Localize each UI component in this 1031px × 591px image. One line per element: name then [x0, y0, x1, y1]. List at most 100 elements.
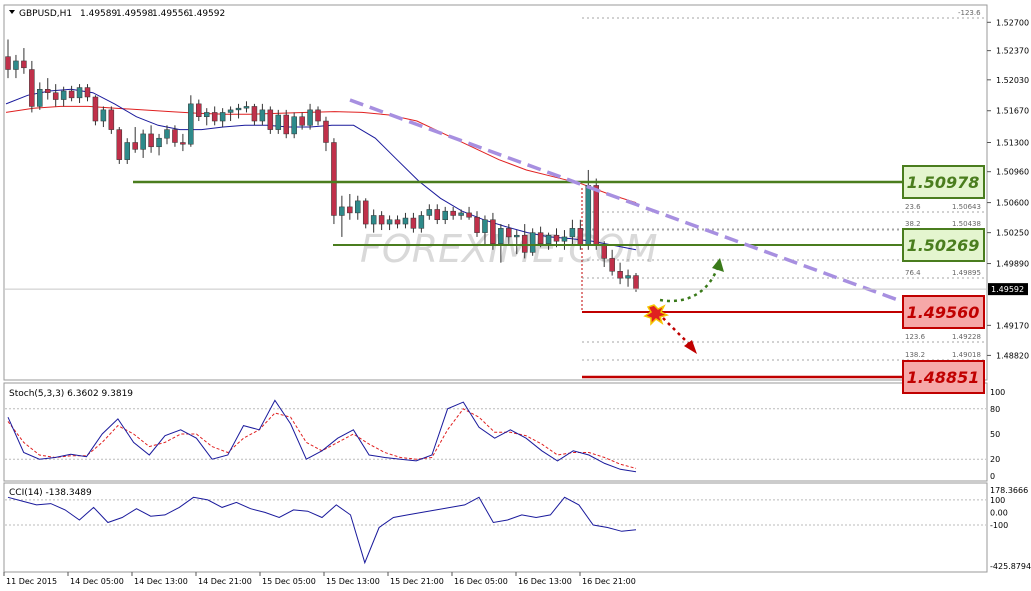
candle-body: [506, 228, 512, 238]
header-open: 1.49589: [80, 9, 117, 19]
cci-axis-label: 178.3666: [990, 486, 1028, 495]
candle-body: [370, 215, 377, 225]
candle-body: [601, 245, 607, 259]
candle-body: [347, 206, 353, 214]
candle-body: [466, 212, 472, 218]
candle-body: [60, 90, 67, 100]
candle-body: [553, 234, 560, 242]
time-label: 14 Dec 05:00: [70, 577, 124, 586]
candle-body: [140, 133, 146, 150]
fib-ratio: 76.4: [905, 269, 921, 277]
candle-body: [402, 217, 409, 225]
time-label: 14 Dec 13:00: [134, 577, 188, 586]
time-label: 15 Dec 21:00: [390, 577, 444, 586]
candle-body: [625, 275, 631, 279]
candle-body: [188, 103, 194, 145]
candle-body: [633, 275, 639, 290]
candle-body: [569, 228, 576, 238]
candle-body: [331, 142, 337, 216]
candle-body: [108, 109, 115, 130]
cci-label: CCI(14) -138.3489: [9, 488, 92, 498]
candle-body: [378, 215, 385, 225]
cci-panel-frame: [3, 482, 988, 573]
candle-body: [13, 60, 19, 70]
candle-body: [410, 217, 417, 229]
candle-body: [521, 234, 528, 253]
candle-body: [259, 109, 266, 122]
candle-body: [537, 232, 544, 245]
candle-body: [394, 219, 401, 225]
candle-body: [593, 185, 600, 246]
candle-body: [299, 116, 305, 126]
time-label: 15 Dec 13:00: [326, 577, 380, 586]
candle-body: [362, 200, 369, 225]
candle-body: [418, 215, 425, 229]
candle-body: [529, 232, 536, 253]
fib-price: 1.50643: [952, 203, 981, 211]
candle-body: [386, 219, 393, 225]
fib-ratio: 38.2: [905, 220, 921, 228]
price-label: 1.50250: [996, 229, 1029, 238]
price-label: 1.52030: [996, 76, 1029, 85]
stoch-axis-label: 50: [990, 430, 1000, 439]
candle-body: [267, 109, 274, 130]
candle-body: [490, 219, 496, 245]
price-label: 1.50960: [996, 168, 1029, 177]
stoch-label: Stoch(5,3,3) 6.3602 9.3819: [9, 389, 133, 399]
stoch-axis-label: 0: [990, 472, 995, 481]
fib-price: 1.49018: [952, 351, 981, 359]
price-label: 1.49890: [996, 260, 1029, 269]
candle-body: [498, 228, 504, 245]
candle-body: [474, 216, 480, 233]
candle-body: [196, 103, 202, 117]
candle-body: [291, 116, 297, 135]
time-label: 16 Dec 05:00: [454, 577, 508, 586]
candle-body: [227, 109, 234, 113]
candle-body: [180, 142, 186, 145]
price-label: 1.52370: [996, 47, 1029, 56]
candle-body: [21, 60, 27, 69]
candle-body: [203, 112, 210, 117]
candle-body: [92, 96, 99, 122]
candle-body: [124, 142, 130, 160]
candle-body: [323, 120, 329, 143]
fib-price: 1.49895: [952, 269, 981, 277]
time-label: 15 Dec 05:00: [262, 577, 316, 586]
candle-body: [307, 109, 313, 126]
fib-ratio: 123.6: [905, 333, 926, 341]
candle-body: [482, 219, 488, 233]
candle-body: [235, 107, 242, 111]
price-label: 1.51300: [996, 138, 1029, 147]
candle-body: [156, 137, 162, 148]
candle-body: [243, 106, 250, 109]
candle-body: [545, 234, 552, 245]
header-symbol: GBPUSD,H1: [19, 9, 72, 19]
header-close: 1.49592: [188, 9, 225, 19]
fib-price: 1.50438: [952, 220, 981, 228]
candle-body: [164, 129, 170, 139]
cci-axis-label: 100: [990, 496, 1005, 505]
candle-body: [577, 228, 584, 246]
level-box-label: 1.49560: [907, 303, 980, 322]
time-axis: 11 Dec 2015 14 Dec 05:00 14 Dec 13:00 14 De…: [3, 572, 636, 586]
candle-body: [283, 114, 289, 135]
candle-body: [450, 210, 456, 216]
stoch-axis-label: 100: [990, 388, 1005, 397]
candle-body: [100, 109, 107, 122]
candle-body: [68, 90, 75, 99]
candle-body: [219, 112, 226, 122]
fib-ratio: 23.6: [905, 203, 921, 211]
price-label: 1.48820: [996, 351, 1029, 360]
fib-price: 1.49228: [952, 333, 981, 341]
candle-body: [29, 69, 35, 107]
stoch-axis-label: 20: [990, 455, 1000, 464]
time-label: 14 Dec 21:00: [198, 577, 252, 586]
candle-body: [442, 210, 448, 221]
price-label: 1.52700: [996, 18, 1029, 27]
cci-axis-label: -425.8794: [990, 562, 1031, 571]
candle-body: [585, 185, 592, 246]
candle-body: [211, 112, 218, 122]
candle-body: [355, 200, 361, 214]
time-label: 16 Dec 21:00: [582, 577, 636, 586]
header-high: 1.49598: [116, 9, 153, 19]
